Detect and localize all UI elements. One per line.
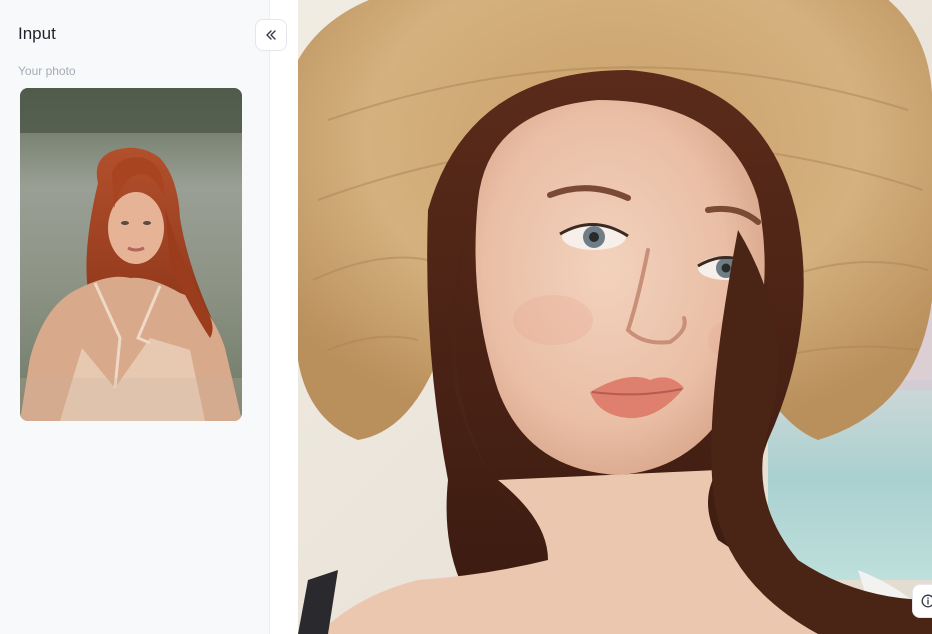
result-image <box>298 0 932 634</box>
input-photo-image <box>20 88 242 421</box>
sidebar-title: Input <box>18 24 56 43</box>
your-photo-label: Your photo <box>18 64 76 78</box>
divider-gap <box>271 0 298 634</box>
result-portrait <box>298 0 932 634</box>
double-chevron-left-icon <box>266 30 276 40</box>
collapse-sidebar-button[interactable] <box>255 19 287 51</box>
info-button[interactable] <box>912 584 932 618</box>
sidebar: Input Your photo <box>0 0 270 634</box>
app-root: Input Your photo <box>0 0 932 634</box>
info-icon <box>921 594 932 608</box>
input-photo-thumbnail[interactable] <box>20 88 242 421</box>
